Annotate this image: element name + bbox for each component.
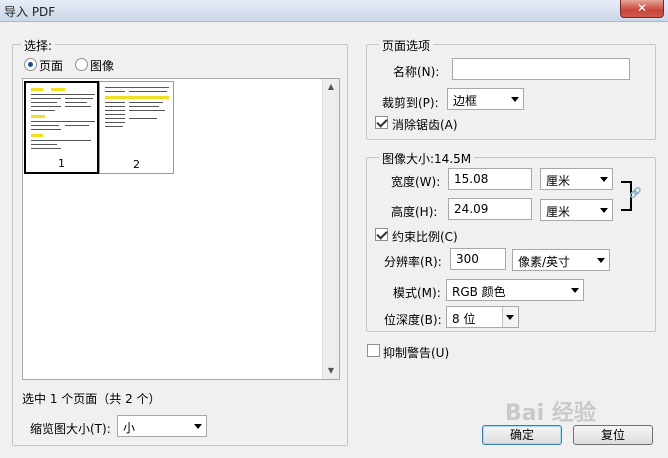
width-unit-value: 厘米 xyxy=(546,174,571,188)
antialias-checkbox[interactable] xyxy=(375,116,388,129)
thumbnail-number: 1 xyxy=(58,157,65,170)
image-size-legend: 图像大小:14.5M xyxy=(379,150,475,167)
antialias-label[interactable]: 消除锯齿(A) xyxy=(392,116,458,133)
page-thumbnail-1[interactable]: 1 xyxy=(24,81,99,174)
mode-label: 模式(M): xyxy=(393,286,441,300)
chevron-down-icon xyxy=(597,258,605,263)
thumbnail-scrollbar[interactable]: ▲ ▼ xyxy=(322,79,339,379)
chevron-down-icon xyxy=(506,315,514,320)
resolution-value: 300 xyxy=(456,252,479,266)
width-label: 宽度(W): xyxy=(391,175,441,189)
height-unit-select[interactable]: 厘米 xyxy=(540,199,613,221)
page-preview xyxy=(103,84,170,152)
radio-image[interactable] xyxy=(75,58,88,71)
radio-page-label[interactable]: 页面 xyxy=(39,57,63,74)
chevron-down-icon xyxy=(571,288,579,293)
height-unit-value: 厘米 xyxy=(546,205,571,219)
title-bar: 导入 PDF ✕ xyxy=(0,0,668,22)
name-label: 名称(N): xyxy=(393,65,440,79)
reset-button[interactable]: 复位 xyxy=(573,425,653,445)
height-value: 24.09 xyxy=(454,202,489,216)
crop-label: 裁剪到(P): xyxy=(382,96,439,110)
thumb-size-label: 缩览图大小(T): xyxy=(30,422,111,436)
resolution-unit-value: 像素/英寸 xyxy=(518,255,571,269)
constrain-checkbox[interactable] xyxy=(375,228,388,241)
width-field[interactable]: 15.08 xyxy=(448,168,532,190)
chain-link-icon: 🔗 xyxy=(629,188,642,199)
depth-value: 8 位 xyxy=(452,312,476,326)
suppress-warnings-label[interactable]: 抑制警告(U) xyxy=(383,344,449,361)
mode-value: RGB 颜色 xyxy=(452,285,506,299)
thumbnail-list[interactable]: 1 2 ▲ ▼ xyxy=(22,78,340,380)
resolution-label: 分辨率(R): xyxy=(384,255,442,269)
scroll-up-icon[interactable]: ▲ xyxy=(323,79,339,95)
chevron-down-icon xyxy=(600,177,608,182)
width-value: 15.08 xyxy=(454,172,489,186)
height-field[interactable]: 24.09 xyxy=(448,198,532,220)
scroll-down-icon[interactable]: ▼ xyxy=(323,363,339,379)
resolution-field[interactable]: 300 xyxy=(450,248,506,270)
ok-button[interactable]: 确定 xyxy=(482,425,562,445)
depth-label: 位深度(B): xyxy=(384,313,442,327)
thumbnail-number: 2 xyxy=(133,158,140,171)
mode-select[interactable]: RGB 颜色 xyxy=(446,279,584,301)
radio-image-label[interactable]: 图像 xyxy=(90,57,114,74)
width-unit-select[interactable]: 厘米 xyxy=(540,168,613,190)
chevron-down-icon xyxy=(600,208,608,213)
select-legend: 选择: xyxy=(21,37,56,54)
suppress-warnings-checkbox[interactable] xyxy=(367,344,380,357)
depth-select[interactable]: 8 位 xyxy=(446,306,519,328)
chevron-down-icon xyxy=(511,97,519,102)
page-options-legend: 页面选项 xyxy=(379,37,434,54)
selection-status: 选中 1 个页面（共 2 个） xyxy=(22,392,161,406)
name-field[interactable] xyxy=(452,58,630,80)
page-thumbnail-2[interactable]: 2 xyxy=(99,81,174,174)
crop-value: 边框 xyxy=(453,94,478,108)
radio-page[interactable] xyxy=(24,58,37,71)
watermark: Bai 经验 xyxy=(505,401,596,426)
crop-select[interactable]: 边框 xyxy=(447,88,524,110)
window-title: 导入 PDF xyxy=(4,5,56,19)
resolution-unit-select[interactable]: 像素/英寸 xyxy=(512,249,610,271)
thumb-size-select[interactable]: 小 xyxy=(117,415,207,437)
close-button[interactable]: ✕ xyxy=(620,0,664,18)
constrain-label[interactable]: 约束比例(C) xyxy=(392,228,458,245)
thumb-size-value: 小 xyxy=(123,421,136,435)
page-preview xyxy=(29,85,95,153)
close-icon: ✕ xyxy=(636,1,648,15)
height-label: 高度(H): xyxy=(391,205,438,219)
chevron-down-icon xyxy=(194,424,202,429)
